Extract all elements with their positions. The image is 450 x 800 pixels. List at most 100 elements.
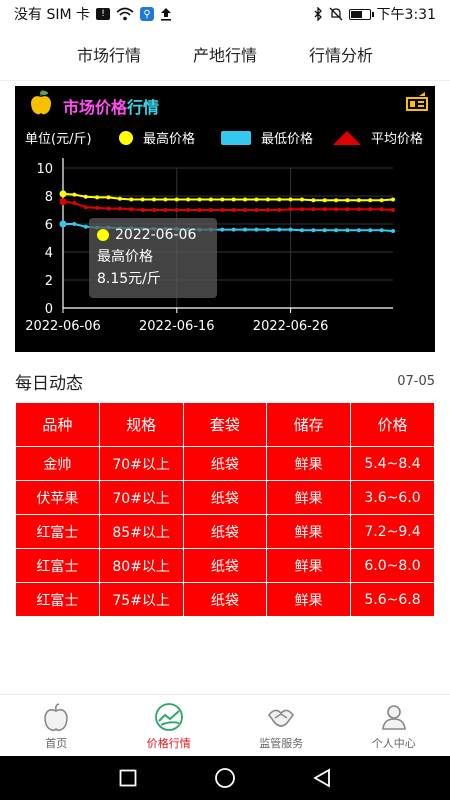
tab-market[interactable]: 市场行情 <box>65 32 153 76</box>
cell-storage: 鲜果 <box>266 480 352 515</box>
avg-price-point <box>299 207 304 212</box>
max-price-point <box>277 197 282 202</box>
max-price-point <box>356 198 361 203</box>
max-price-point <box>106 195 111 200</box>
min-price-point <box>288 227 293 232</box>
max-price-point <box>140 197 145 202</box>
tooltip-series: 最高价格 <box>97 249 153 265</box>
apple-outline-icon <box>44 702 69 731</box>
cell-bag: 纸袋 <box>182 582 268 617</box>
cell-price: 3.6~6.0 <box>350 480 435 515</box>
max-price-point <box>208 197 213 202</box>
y-tick-label: 4 <box>45 246 53 261</box>
square-recent-icon[interactable] <box>113 763 143 793</box>
max-price-point <box>163 197 168 202</box>
price-chart-icon <box>154 702 183 731</box>
max-price-point <box>83 194 88 199</box>
daily-header: 每日动态 07-05 <box>15 368 435 394</box>
max-price-point <box>265 197 270 202</box>
nav-supervision[interactable]: 监管服务 <box>225 695 338 756</box>
tab-analysis[interactable]: 行情分析 <box>297 32 385 76</box>
clock-text: 下午3:31 <box>376 7 436 23</box>
avg-price-point <box>345 207 350 212</box>
avg-price-point <box>356 207 361 212</box>
max-price-point <box>95 195 100 200</box>
max-price-point <box>288 197 293 202</box>
avg-price-point <box>197 208 202 212</box>
max-price-point <box>391 197 395 202</box>
avg-price-point <box>163 208 168 212</box>
cell-spec: 75#以上 <box>98 582 184 617</box>
max-price-point <box>152 197 157 202</box>
cell-bag: 纸袋 <box>182 514 268 549</box>
tooltip-marker <box>97 229 109 241</box>
cell-variety: 伏苹果 <box>15 480 100 515</box>
avg-price-point <box>72 201 77 205</box>
header-price: 价格 <box>350 402 435 447</box>
circle-home-icon[interactable] <box>210 763 240 793</box>
max-price-point <box>186 197 191 202</box>
max-price-point <box>231 197 236 202</box>
sim-badge-icon: ! <box>96 8 110 20</box>
min-price-point <box>277 227 282 232</box>
nav-home-label: 首页 <box>45 736 68 750</box>
header-storage: 储存 <box>266 402 352 447</box>
x-tick-label: 2022-06-06 <box>25 319 101 334</box>
price-line-chart[interactable]: 0 2 4 6 8 10 2022-06-06 2022-06-16 2022-06-26 <box>15 86 435 352</box>
y-tick-label: 10 <box>36 162 53 177</box>
daily-price-table: 品种 规格 套袋 储存 价格 金帅 70#以上 纸袋 鲜果 5.4~8.4 伏苹… <box>15 402 435 617</box>
min-price-point <box>311 228 316 233</box>
min-price-point <box>83 224 88 229</box>
min-price-point <box>231 227 236 232</box>
min-price-point <box>322 228 327 233</box>
min-price-point <box>299 228 304 233</box>
table-row[interactable]: 红富士 85#以上 纸袋 鲜果 7.2~9.4 <box>15 514 435 549</box>
battery-icon <box>348 8 374 20</box>
cell-price: 7.2~9.4 <box>350 514 435 549</box>
min-price-point <box>356 228 361 233</box>
max-price-point <box>197 197 202 202</box>
wifi-icon <box>116 7 134 21</box>
nav-home[interactable]: 首页 <box>0 695 113 756</box>
max-price-point <box>174 197 179 202</box>
market-price-chart-panel: 市场价格行情 单位(元/斤) 最高价格 最低价格 平均价格 0 2 4 6 8 10 202… <box>15 86 435 352</box>
avg-price-point <box>379 207 384 212</box>
handshake-icon <box>268 709 295 727</box>
cell-storage: 鲜果 <box>266 446 352 481</box>
x-tick-label: 2022-06-16 <box>139 319 215 334</box>
min-price-point <box>243 227 248 232</box>
min-price-point <box>220 227 225 232</box>
upload-icon <box>160 7 172 21</box>
avg-price-point <box>208 208 213 212</box>
table-header-row: 品种 规格 套袋 储存 价格 <box>15 402 435 447</box>
avg-price-point <box>117 206 122 211</box>
daily-date: 07-05 <box>397 373 435 389</box>
max-price-point <box>322 198 327 203</box>
cell-price: 5.6~6.8 <box>350 582 435 617</box>
nav-price-label: 价格行情 <box>146 736 191 750</box>
table-row[interactable]: 红富士 75#以上 纸袋 鲜果 5.6~6.8 <box>15 582 435 617</box>
search-badge-icon: ⚲ <box>140 7 154 21</box>
nav-price[interactable]: 价格行情 <box>113 695 226 756</box>
cell-bag: 纸袋 <box>182 548 268 583</box>
tab-origin[interactable]: 产地行情 <box>181 32 269 76</box>
tooltip-value: 8.15元/斤 <box>97 271 161 287</box>
carrier-text: 没有 SIM 卡 <box>14 7 90 23</box>
avg-price-point <box>322 207 327 212</box>
max-price-point <box>345 198 350 203</box>
nav-profile[interactable]: 个人中心 <box>338 695 450 756</box>
y-tick-label: 0 <box>45 302 53 317</box>
table-row[interactable]: 伏苹果 70#以上 纸袋 鲜果 3.6~6.0 <box>15 480 435 515</box>
cell-variety: 红富士 <box>15 582 100 617</box>
triangle-back-icon[interactable] <box>307 763 337 793</box>
x-tick-label: 2022-06-26 <box>253 319 329 334</box>
cell-price: 5.4~8.4 <box>350 446 435 481</box>
table-row[interactable]: 红富士 80#以上 纸袋 鲜果 6.0~8.0 <box>15 548 435 583</box>
top-tabs: 市场行情 产地行情 行情分析 <box>0 28 450 80</box>
avg-price-point <box>311 207 316 212</box>
max-price-point <box>379 198 384 203</box>
table-row[interactable]: 金帅 70#以上 纸袋 鲜果 5.4~8.4 <box>15 446 435 481</box>
max-price-point <box>243 197 248 202</box>
cell-storage: 鲜果 <box>266 582 352 617</box>
min-price-point <box>379 228 384 233</box>
